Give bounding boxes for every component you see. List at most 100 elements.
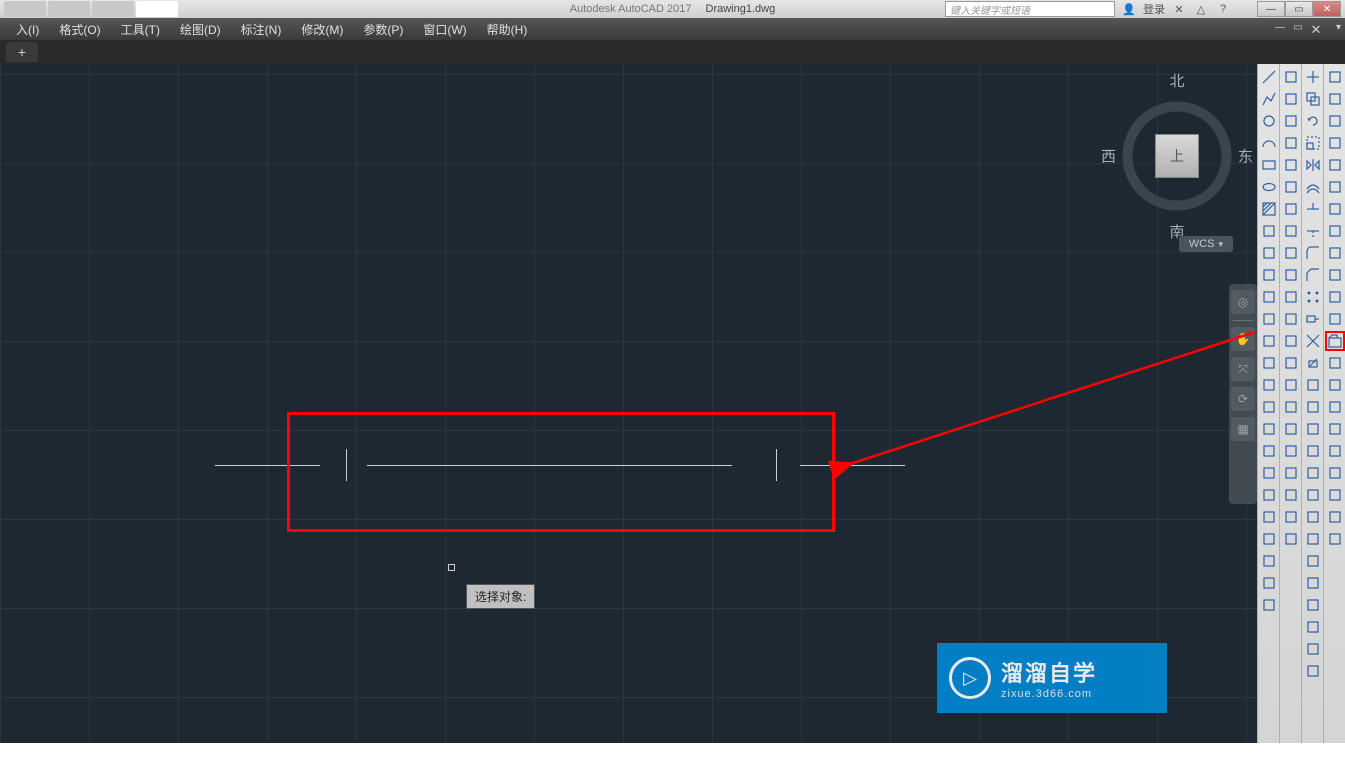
dim-reassoc-button[interactable] <box>1281 529 1301 549</box>
gradient-button[interactable] <box>1259 595 1279 615</box>
viewcube[interactable]: 上 北 南 东 西 <box>1107 76 1247 236</box>
zoom-extents-icon[interactable]: ⤧ <box>1231 357 1255 381</box>
chamfer-button[interactable] <box>1303 265 1323 285</box>
doc-close-button[interactable]: ✕ <box>1309 22 1323 36</box>
dim-radius-button[interactable] <box>1281 155 1301 175</box>
blend-button[interactable] <box>1303 551 1323 571</box>
zoom-ext-button[interactable] <box>1325 133 1345 153</box>
trim-button[interactable] <box>1303 199 1323 219</box>
dim-linear-button[interactable] <box>1281 67 1301 87</box>
dim-jogged-button[interactable] <box>1281 221 1301 241</box>
menu-draw[interactable]: 绘图(D) <box>170 18 231 40</box>
dim-update-button[interactable] <box>1281 441 1301 461</box>
menu-parametric[interactable]: 参数(P) <box>353 18 413 40</box>
group-button[interactable] <box>1303 617 1323 637</box>
scale-button[interactable] <box>1303 133 1323 153</box>
doc-caret-icon[interactable]: ▾ <box>1336 22 1341 33</box>
point-button[interactable] <box>1259 265 1279 285</box>
status-button[interactable] <box>1325 463 1345 483</box>
menu-insert[interactable]: 入(I) <box>6 18 49 40</box>
search-input[interactable]: 键入关键字或短语 <box>945 1 1115 17</box>
exchange-icon[interactable]: ✕ <box>1171 1 1187 17</box>
align-button[interactable] <box>1303 419 1323 439</box>
tool-palette-button[interactable] <box>1325 287 1345 307</box>
line-button[interactable] <box>1259 67 1279 87</box>
revcloud-button[interactable] <box>1259 353 1279 373</box>
regen-button[interactable] <box>1325 89 1345 109</box>
help-icon[interactable]: ? <box>1215 1 1231 17</box>
dim-angular-button[interactable] <box>1281 111 1301 131</box>
helix-button[interactable] <box>1259 507 1279 527</box>
overkill-button[interactable] <box>1303 595 1323 615</box>
circle-button[interactable] <box>1259 111 1279 131</box>
menu-modify[interactable]: 修改(M) <box>291 18 353 40</box>
app-tab-autocad[interactable] <box>136 1 178 17</box>
boundary-button[interactable] <box>1259 551 1279 571</box>
polyline-button[interactable] <box>1259 89 1279 109</box>
signin-icon[interactable]: 👤 <box>1121 1 1137 17</box>
dim-ordinate-button[interactable] <box>1281 199 1301 219</box>
open-button[interactable] <box>1325 331 1345 351</box>
dim-continue-button[interactable] <box>1281 265 1301 285</box>
new-tab-button[interactable]: + <box>6 42 38 62</box>
zoom-prev-button[interactable] <box>1325 155 1345 175</box>
tolerance-button[interactable] <box>1281 331 1301 351</box>
dist-button[interactable] <box>1325 353 1345 373</box>
dim-baseline-button[interactable] <box>1281 243 1301 263</box>
id-button[interactable] <box>1325 419 1345 439</box>
pan-button[interactable] <box>1325 177 1345 197</box>
break-button[interactable] <box>1303 397 1323 417</box>
app-tab-3[interactable] <box>92 1 134 17</box>
steering-wheel-icon[interactable]: ◎ <box>1231 290 1255 314</box>
ungroup-button[interactable] <box>1303 639 1323 659</box>
purge-button[interactable] <box>1325 507 1345 527</box>
setvar-button[interactable] <box>1325 485 1345 505</box>
reverse-button[interactable] <box>1303 573 1323 593</box>
table-button[interactable] <box>1259 309 1279 329</box>
explode-button[interactable] <box>1303 331 1323 351</box>
model-space[interactable]: 上 北 南 东 西 WCS ◎ ✋ ⤧ ⟳ ▦ 选择对象: <box>0 64 1257 743</box>
orbit-icon[interactable]: ⟳ <box>1231 387 1255 411</box>
3dpoly-button[interactable] <box>1259 529 1279 549</box>
pan-icon[interactable]: ✋ <box>1231 327 1255 351</box>
maximize-button[interactable]: ▭ <box>1285 1 1313 17</box>
doc-minimize-button[interactable]: — <box>1273 22 1287 36</box>
construction-button[interactable] <box>1259 243 1279 263</box>
menu-dimension[interactable]: 标注(N) <box>231 18 292 40</box>
audit-button[interactable] <box>1325 529 1345 549</box>
layer-button[interactable] <box>1325 199 1345 219</box>
polygon-button[interactable] <box>1259 375 1279 395</box>
blockedit-button[interactable] <box>1303 529 1323 549</box>
matchprop-button[interactable] <box>1303 485 1323 505</box>
menu-help[interactable]: 帮助(H) <box>477 18 538 40</box>
erase-button[interactable] <box>1303 353 1323 373</box>
fillet-button[interactable] <box>1303 243 1323 263</box>
list-button[interactable] <box>1325 397 1345 417</box>
ray-button[interactable] <box>1259 441 1279 461</box>
draworder-button[interactable] <box>1303 661 1323 681</box>
pedit-button[interactable] <box>1303 463 1323 483</box>
dim-oblique-button[interactable] <box>1281 397 1301 417</box>
region-button[interactable] <box>1259 287 1279 307</box>
join-button[interactable] <box>1303 375 1323 395</box>
redraw-button[interactable] <box>1325 67 1345 87</box>
extend-button[interactable] <box>1303 221 1323 241</box>
dim-space-button[interactable] <box>1281 287 1301 307</box>
stretch-button[interactable] <box>1303 309 1323 329</box>
rotate-button[interactable] <box>1303 111 1323 131</box>
array-button[interactable] <box>1303 287 1323 307</box>
move-button[interactable] <box>1303 67 1323 87</box>
zoom-win-button[interactable] <box>1325 111 1345 131</box>
a360-icon[interactable]: △ <box>1193 1 1209 17</box>
centerline-button[interactable] <box>1281 353 1301 373</box>
spline-button[interactable] <box>1259 221 1279 241</box>
wcs-dropdown[interactable]: WCS <box>1179 236 1233 252</box>
minimize-button[interactable]: — <box>1257 1 1285 17</box>
dim-diameter-button[interactable] <box>1281 177 1301 197</box>
copy-button[interactable] <box>1303 89 1323 109</box>
properties-button[interactable] <box>1325 221 1345 241</box>
donut-button[interactable] <box>1259 419 1279 439</box>
area-button[interactable] <box>1325 375 1345 395</box>
ellipse-button[interactable] <box>1259 177 1279 197</box>
dim-arc-button[interactable] <box>1281 133 1301 153</box>
